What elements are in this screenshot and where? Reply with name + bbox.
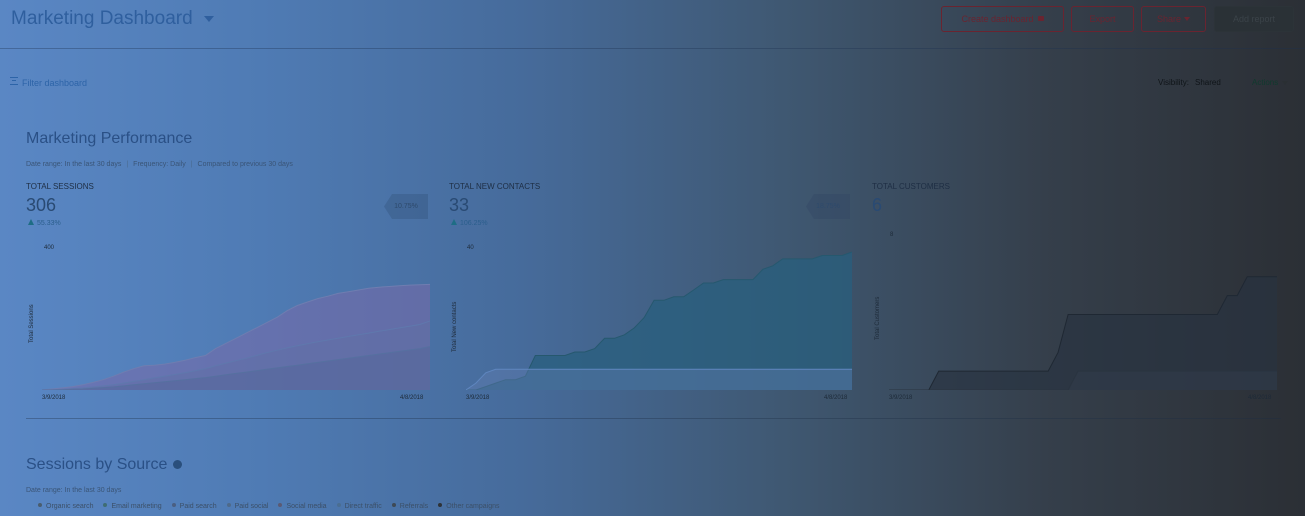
y-axis-label: Total Sessions — [29, 304, 35, 343]
trend-up-icon — [451, 219, 457, 225]
report-meta: Date range: In the last 30 days | Frequenc… — [26, 161, 293, 168]
visibility-label: Visibility: — [1158, 78, 1189, 87]
sessions-date-range: Date range: In the last 30 days — [26, 487, 122, 494]
legend-item[interactable]: Paid search — [171, 503, 217, 510]
chevron-down-icon[interactable] — [204, 16, 214, 22]
legend-item[interactable]: Referrals — [391, 503, 429, 510]
legend-label: Paid social — [234, 503, 269, 510]
comparison-badge: 10.75% — [384, 194, 428, 219]
sessions-by-source-label: Sessions by Source — [26, 456, 168, 473]
date-range-text: Date range: In the last 30 days — [26, 161, 122, 168]
legend-dot-icon — [336, 503, 341, 507]
visibility-value[interactable]: Shared — [1195, 78, 1221, 87]
section-divider — [26, 418, 1281, 419]
customers-chart — [889, 276, 1277, 390]
legend-dot-icon — [226, 503, 231, 507]
sessions-by-source-title: Sessions by Source — [26, 456, 183, 474]
legend-label: Direct traffic — [344, 503, 382, 510]
legend-dot-icon — [171, 503, 176, 507]
legend-label: Referrals — [399, 503, 429, 510]
kpi-change-contacts: 106.25% — [451, 219, 488, 227]
legend-dot-icon — [278, 503, 283, 507]
badge-value: 10.75% — [394, 203, 418, 210]
share-label: Share — [1156, 14, 1182, 24]
kpi-label-contacts: TOTAL NEW CONTACTS — [449, 182, 541, 191]
kpi-label-customers: TOTAL CUSTOMERS — [872, 182, 950, 191]
legend-item[interactable]: Other campaigns — [438, 503, 500, 510]
legend-dot-icon — [38, 503, 42, 507]
legend-item[interactable]: Social media — [278, 503, 327, 510]
kpi-value-contacts: 33 — [449, 195, 470, 215]
x-tick-label: 3/9/2018 — [466, 395, 490, 401]
compare-text: Compared to previous 30 days — [197, 161, 293, 168]
export-label: Export — [1089, 14, 1116, 24]
legend-dot-icon — [438, 503, 443, 507]
info-icon[interactable] — [173, 460, 183, 469]
kpi-change-sessions: 55.33% — [28, 219, 61, 227]
filter-label: Filter dashboard — [22, 78, 88, 88]
kpi-change-value: 55.33% — [37, 220, 61, 227]
x-tick-label: 3/9/2018 — [889, 395, 913, 401]
export-button[interactable]: Export — [1071, 6, 1134, 32]
marketing-performance-title: Marketing Performance — [26, 130, 193, 147]
create-dashboard-button[interactable]: Create dashboard — [941, 6, 1064, 32]
filter-dashboard-link[interactable]: Filter dashboard — [10, 77, 88, 88]
share-button[interactable]: Share — [1141, 6, 1206, 32]
legend-dot-icon — [391, 503, 396, 507]
legend-label: Social media — [286, 503, 327, 510]
filter-icon — [10, 77, 18, 85]
legend-item[interactable]: Organic search — [38, 503, 93, 510]
comparison-badge: 18.75% — [806, 194, 850, 219]
series-area — [466, 369, 852, 390]
create-dashboard-label: Create dashboard — [961, 14, 1034, 24]
actions-menu[interactable]: Actions — [1252, 78, 1289, 87]
top-bar: Marketing Dashboard Create dashboard Exp… — [0, 0, 1305, 49]
caret-down-icon — [1282, 81, 1289, 85]
frequency-text: Frequency: Daily — [133, 161, 186, 168]
y-axis-label: Total Customers — [875, 296, 881, 340]
lock-icon — [1037, 16, 1044, 21]
add-report-button[interactable]: Add report — [1214, 6, 1294, 32]
legend-label: Other campaigns — [446, 503, 500, 510]
visibility-info: Visibility: Shared — [1158, 78, 1221, 87]
x-tick-label: 4/8/2018 — [824, 395, 848, 401]
chart-legend: Organic search Email marketing Paid search… — [38, 503, 510, 510]
legend-label: Paid search — [179, 503, 217, 510]
badge-value: 18.75% — [816, 203, 840, 210]
x-tick-label: 3/9/2018 — [42, 395, 66, 401]
actions-label: Actions — [1252, 78, 1279, 87]
legend-label: Organic search — [46, 503, 94, 510]
legend-label: Email marketing — [111, 503, 162, 510]
kpi-label-sessions: TOTAL SESSIONS — [26, 182, 94, 191]
sessions-chart — [42, 283, 430, 390]
x-tick-label: 4/8/2018 — [1248, 395, 1272, 401]
caret-down-icon — [1184, 17, 1191, 21]
legend-item[interactable]: Email marketing — [103, 503, 162, 510]
trend-up-icon — [28, 219, 34, 225]
kpi-value-customers: 6 — [872, 195, 883, 215]
new-contacts-chart — [466, 251, 852, 390]
y-axis-label: Total New contacts — [452, 301, 458, 352]
legend-dot-icon — [103, 503, 108, 507]
legend-item[interactable]: Paid social — [226, 503, 269, 510]
kpi-change-value: 106.25% — [460, 220, 488, 227]
legend-item[interactable]: Direct traffic — [336, 503, 382, 510]
kpi-value-sessions: 306 — [26, 195, 57, 215]
x-tick-label: 4/8/2018 — [400, 395, 424, 401]
add-report-label: Add report — [1232, 14, 1276, 24]
dashboard-title[interactable]: Marketing Dashboard — [11, 8, 193, 30]
